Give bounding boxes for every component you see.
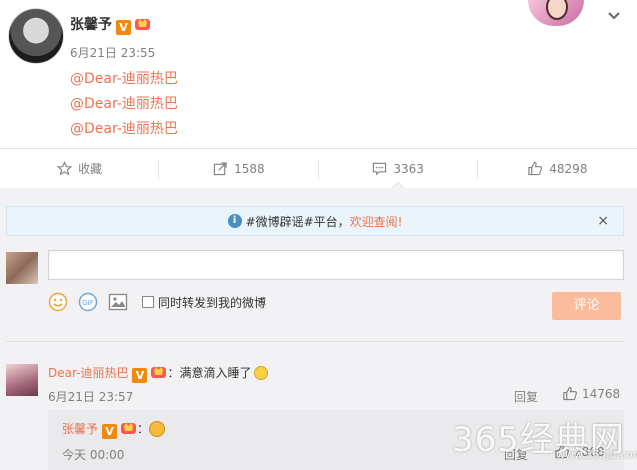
comment-like-count: 14768: [582, 386, 621, 401]
verified-badge[interactable]: V: [102, 424, 118, 439]
comment-timestamp: 6月21日 23:57: [48, 390, 134, 404]
repost-checkbox-label[interactable]: 同时转发到我的微博: [158, 294, 266, 311]
mention-link[interactable]: @Dear-迪丽热巴: [70, 118, 178, 138]
repost-button[interactable]: 1588: [159, 149, 319, 188]
notice-link[interactable]: 欢迎查阅!: [350, 213, 403, 230]
author-name-row: 张馨予 V: [70, 14, 151, 35]
rumor-notice-banner: i #微博辟谣#平台， 欢迎查阅! ×: [6, 206, 624, 236]
weibo-post: 张馨予 V 6月21日 23:55 @Dear-迪丽热巴 @Dear-迪丽热巴 @…: [0, 0, 637, 148]
thumbs-up-icon: [528, 161, 543, 176]
reply-author-name[interactable]: 张馨予: [62, 422, 98, 436]
vip-crown-icon[interactable]: [120, 420, 137, 435]
author-avatar[interactable]: [8, 8, 64, 64]
emoji-icon[interactable]: [48, 292, 68, 312]
smile-emoji-icon: [253, 366, 268, 380]
image-icon[interactable]: [108, 292, 128, 312]
share-icon: [213, 162, 227, 176]
commenter-avatar[interactable]: [6, 364, 38, 396]
site-watermark-url: www.365jd.com: [556, 448, 637, 461]
reply-button[interactable]: 回复: [514, 388, 538, 405]
submit-comment-button[interactable]: 评论: [552, 292, 621, 320]
comment-like-button[interactable]: 14768: [562, 386, 620, 401]
mention-link[interactable]: @Dear-迪丽热巴: [70, 93, 178, 113]
like-count: 48298: [549, 161, 588, 176]
vip-crown-icon[interactable]: [150, 364, 167, 379]
composer-toolbar: GIF 同时转发到我的微博: [48, 292, 266, 312]
comment-count: 3363: [393, 161, 424, 176]
like-button[interactable]: 48298: [478, 149, 637, 188]
gif-label: GIF: [82, 299, 94, 307]
post-action-bar: 收藏 1588 3363 48298: [0, 148, 637, 189]
star-icon: [57, 161, 73, 176]
comment-input[interactable]: [48, 250, 624, 280]
comment-button[interactable]: 3363: [319, 149, 479, 189]
reply-body: 张馨予 V：: [62, 420, 166, 439]
comment-body: Dear-迪丽热巴 V ：满意滴入睡了: [48, 364, 268, 383]
comment-text: 满意滴入睡了: [179, 366, 252, 380]
decorative-card-avatar: [528, 0, 584, 26]
verified-badge[interactable]: V: [116, 20, 131, 35]
vip-crown-icon[interactable]: [134, 16, 151, 31]
divider: [6, 341, 624, 342]
angry-emoji-icon: [149, 421, 166, 437]
repost-count: 1588: [234, 161, 265, 176]
chevron-down-icon[interactable]: [606, 8, 622, 24]
favorite-button[interactable]: 收藏: [0, 149, 160, 188]
reply-timestamp: 今天 00:00: [62, 448, 125, 462]
comment-icon: [373, 162, 387, 176]
commenter-name[interactable]: Dear-迪丽热巴: [48, 366, 128, 380]
mention-link[interactable]: @Dear-迪丽热巴: [70, 68, 178, 88]
info-icon: i: [227, 214, 242, 228]
repost-checkbox[interactable]: [142, 296, 154, 308]
thumbs-up-icon: [563, 386, 577, 401]
notice-text: #微博辟谣#平台，: [245, 214, 350, 229]
close-icon[interactable]: ×: [597, 213, 609, 229]
favorite-label: 收藏: [78, 162, 103, 176]
author-name[interactable]: 张馨予: [70, 17, 112, 33]
verified-badge[interactable]: V: [132, 368, 148, 383]
post-timestamp[interactable]: 6月21日 23:55: [70, 44, 155, 61]
gif-icon[interactable]: GIF: [78, 292, 98, 312]
current-user-avatar[interactable]: [6, 252, 38, 284]
